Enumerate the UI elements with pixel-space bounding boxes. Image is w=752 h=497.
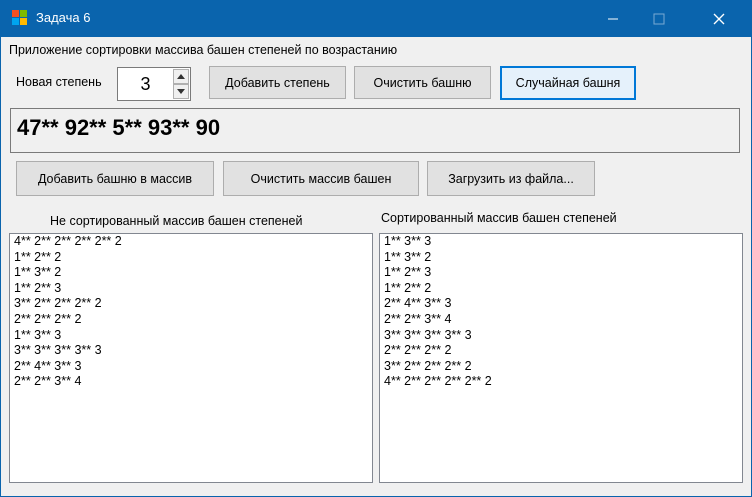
clear-tower-button[interactable]: Очистить башню <box>354 66 491 99</box>
list-item[interactable]: 1** 2** 3 <box>10 281 372 297</box>
app-icon <box>12 10 28 26</box>
degree-value[interactable]: 3 <box>118 68 173 100</box>
tower-display: 47** 92** 5** 93** 90 <box>10 108 740 153</box>
add-tower-button[interactable]: Добавить башню в массив <box>16 161 214 196</box>
degree-spinner[interactable]: 3 <box>117 67 191 101</box>
tower-display-text: 47** 92** 5** 93** 90 <box>17 115 221 140</box>
add-degree-button[interactable]: Добавить степень <box>209 66 346 99</box>
close-icon <box>713 13 725 24</box>
window-title: Задача 6 <box>36 10 91 25</box>
spin-up-button[interactable] <box>173 69 189 84</box>
load-file-button[interactable]: Загрузить из файла... <box>427 161 595 196</box>
arrow-down-icon <box>177 89 185 94</box>
sorted-label: Сортированный массив башен степеней <box>381 211 617 225</box>
list-item[interactable]: 2** 4** 3** 3 <box>10 359 372 375</box>
maximize-icon <box>653 13 665 24</box>
list-item[interactable]: 1** 2** 2 <box>380 281 742 297</box>
list-item[interactable]: 2** 2** 3** 4 <box>380 312 742 328</box>
spin-down-button[interactable] <box>173 84 189 99</box>
maximize-button[interactable] <box>636 0 682 37</box>
unsorted-label: Не сортированный массив башен степеней <box>50 214 303 228</box>
list-item[interactable]: 4** 2** 2** 2** 2** 2 <box>380 374 742 390</box>
list-item[interactable]: 1** 3** 3 <box>380 234 742 250</box>
list-item[interactable]: 1** 2** 2 <box>10 250 372 266</box>
close-button[interactable] <box>696 0 742 37</box>
arrow-up-icon <box>177 74 185 79</box>
list-item[interactable]: 3** 3** 3** 3** 3 <box>380 328 742 344</box>
list-item[interactable]: 2** 2** 3** 4 <box>10 374 372 390</box>
list-item[interactable]: 1** 3** 2 <box>10 265 372 281</box>
title-bar: Задача 6 <box>0 0 752 37</box>
list-item[interactable]: 3** 2** 2** 2** 2 <box>380 359 742 375</box>
list-item[interactable]: 3** 3** 3** 3** 3 <box>10 343 372 359</box>
sorted-listbox[interactable]: 1** 3** 3 1** 3** 2 1** 2** 3 1** 2** 2 … <box>379 233 743 483</box>
list-item[interactable]: 2** 2** 2** 2 <box>380 343 742 359</box>
list-item[interactable]: 4** 2** 2** 2** 2** 2 <box>10 234 372 250</box>
list-item[interactable]: 3** 2** 2** 2** 2 <box>10 296 372 312</box>
minimize-icon <box>608 18 618 19</box>
list-item[interactable]: 2** 4** 3** 3 <box>380 296 742 312</box>
clear-array-button[interactable]: Очистить массив башен <box>223 161 419 196</box>
list-item[interactable]: 1** 3** 3 <box>10 328 372 344</box>
header-label: Приложение сортировки массива башен степ… <box>9 43 398 57</box>
list-item[interactable]: 2** 2** 2** 2 <box>10 312 372 328</box>
degree-label: Новая степень <box>16 75 102 89</box>
unsorted-listbox[interactable]: 4** 2** 2** 2** 2** 2 1** 2** 2 1** 3** … <box>9 233 373 483</box>
random-tower-button[interactable]: Случайная башня <box>500 66 636 100</box>
list-item[interactable]: 1** 2** 3 <box>380 265 742 281</box>
list-item[interactable]: 1** 3** 2 <box>380 250 742 266</box>
minimize-button[interactable] <box>590 0 636 37</box>
